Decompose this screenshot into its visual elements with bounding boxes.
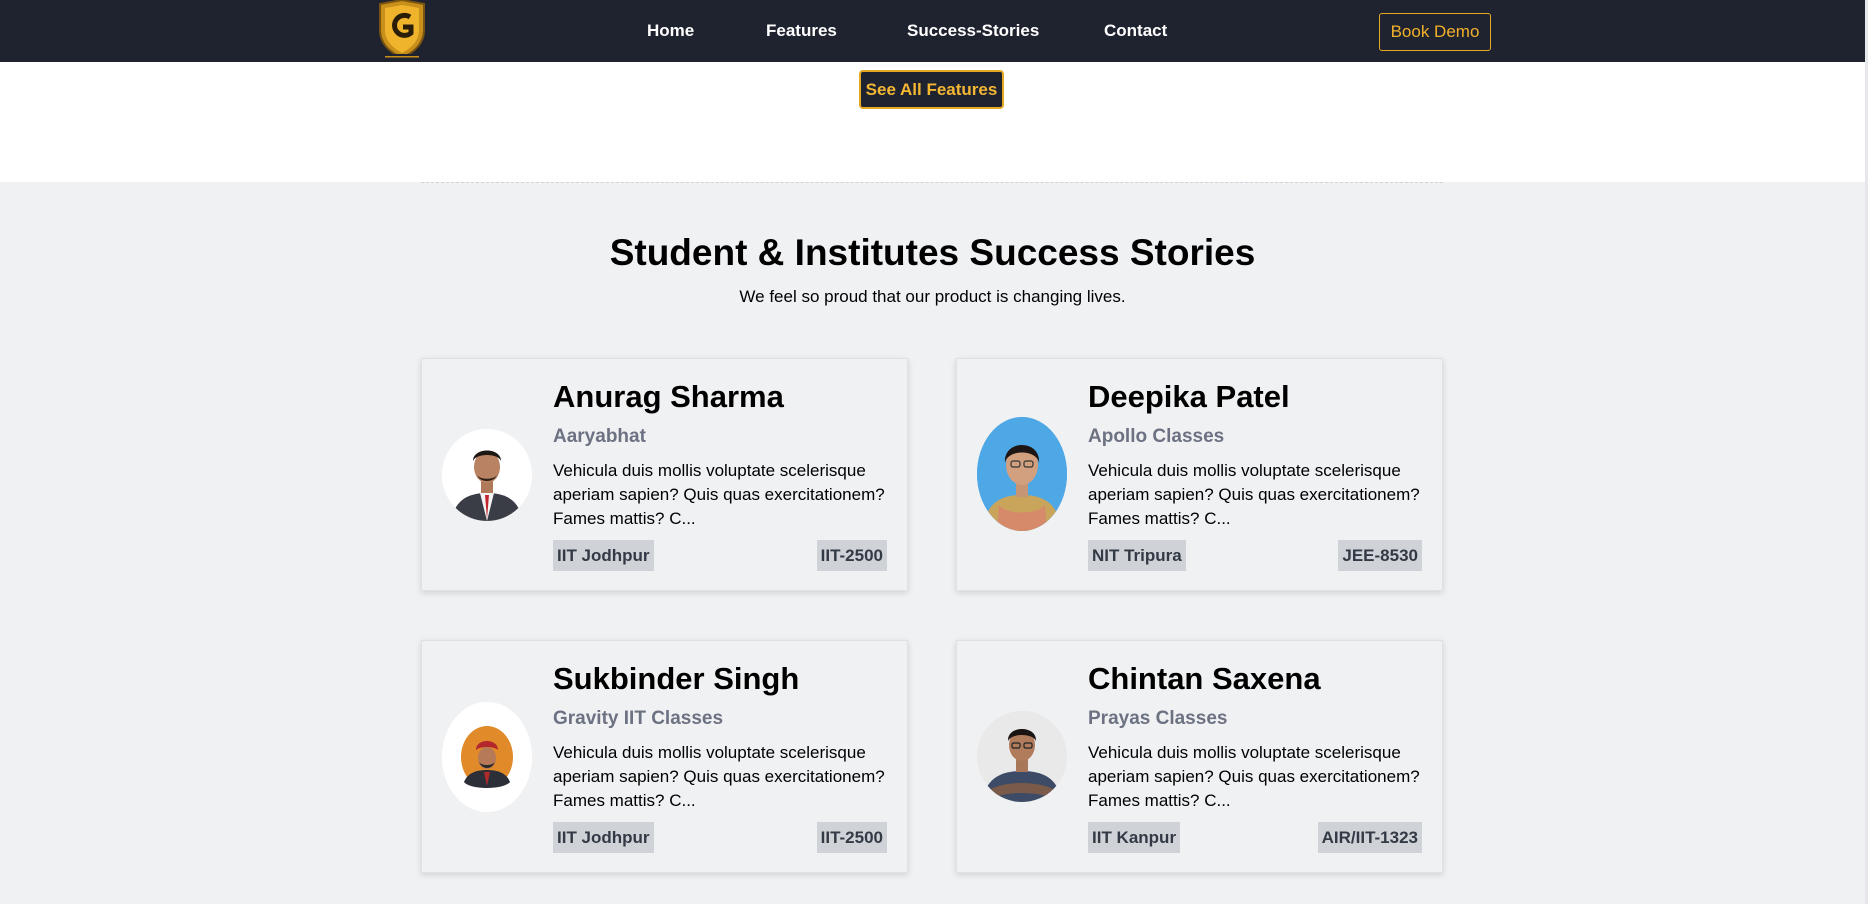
story-excerpt: Vehicula duis mollis voluptate scelerisq…	[553, 461, 885, 528]
see-all-features-button[interactable]: See All Features	[859, 70, 1004, 109]
shield-logo[interactable]	[377, 0, 427, 61]
student-name: Anurag Sharma	[553, 379, 784, 414]
navbar: Home Features Success-Stories Contact Bo…	[0, 0, 1868, 62]
rank-badge: IIT-2500	[816, 822, 887, 853]
institute-name: Prayas Classes	[1088, 708, 1228, 729]
student-name: Sukbinder Singh	[553, 661, 800, 696]
avatar	[977, 711, 1067, 802]
nav-success-stories[interactable]: Success-Stories	[907, 21, 1039, 41]
story-card[interactable]: Anurag Sharma Aaryabhat Vehicula duis mo…	[421, 358, 908, 591]
institute-name: Aaryabhat	[553, 426, 646, 447]
success-stories-section: Student & Institutes Success Stories We …	[0, 182, 1865, 904]
student-name: Chintan Saxena	[1088, 661, 1321, 696]
story-card[interactable]: Deepika Patel Apollo Classes Vehicula du…	[956, 358, 1443, 591]
college-badge: IIT Jodhpur	[553, 540, 654, 571]
avatar	[442, 702, 532, 812]
avatar	[442, 429, 532, 521]
section-subtitle: We feel so proud that our product is cha…	[739, 287, 1126, 306]
story-excerpt: Vehicula duis mollis voluptate scelerisq…	[1088, 743, 1420, 810]
rank-badge: JEE-8530	[1338, 540, 1422, 571]
nav-home[interactable]: Home	[647, 21, 694, 41]
college-badge: IIT Kanpur	[1088, 822, 1181, 853]
nav-features[interactable]: Features	[766, 21, 837, 41]
nav-contact[interactable]: Contact	[1104, 21, 1167, 41]
avatar	[977, 417, 1067, 531]
rank-badge: IIT-2500	[816, 540, 887, 571]
student-name: Deepika Patel	[1088, 379, 1290, 414]
section-divider	[421, 182, 1443, 183]
institute-name: Gravity IIT Classes	[553, 708, 724, 729]
section-title: Student & Institutes Success Stories	[609, 232, 1256, 273]
story-excerpt: Vehicula duis mollis voluptate scelerisq…	[1088, 461, 1420, 528]
institute-name: Apollo Classes	[1088, 426, 1225, 447]
rank-badge: AIR/IIT-1323	[1317, 822, 1422, 853]
story-card[interactable]: Chintan Saxena Prayas Classes Vehicula d…	[956, 640, 1443, 873]
college-badge: IIT Jodhpur	[553, 822, 654, 853]
book-demo-button[interactable]: Book Demo	[1379, 13, 1491, 51]
college-badge: NIT Tripura	[1088, 540, 1186, 571]
story-excerpt: Vehicula duis mollis voluptate scelerisq…	[553, 743, 885, 810]
story-card[interactable]: Sukbinder Singh Gravity IIT Classes Vehi…	[421, 640, 908, 873]
